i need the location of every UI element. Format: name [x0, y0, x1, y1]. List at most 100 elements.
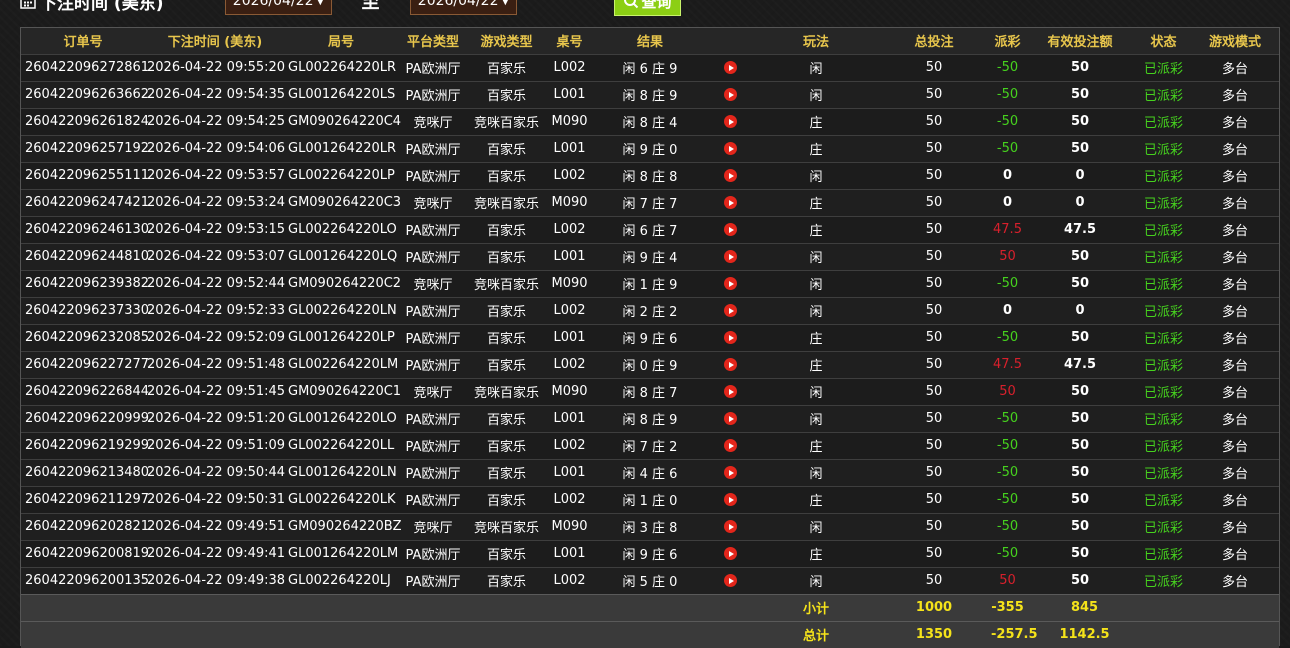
order-no-cell: 260422096247421	[21, 188, 149, 216]
payout-cell: -50	[991, 539, 1024, 567]
start-date-select[interactable]: 2026/04/22 ▼	[225, 0, 332, 15]
play-video-icon[interactable]	[723, 304, 737, 317]
play-video-icon[interactable]	[723, 250, 737, 263]
play-video-icon[interactable]	[723, 547, 737, 560]
valid-bet-cell: 47.5	[1024, 215, 1136, 243]
table-row: 260422096227277 2026-04-22 09:51:48 GL00…	[21, 350, 1279, 378]
play-video-icon[interactable]	[723, 385, 737, 398]
table-row: 260422096272861 2026-04-22 09:55:20 GL00…	[21, 53, 1279, 81]
play-video-icon[interactable]	[723, 358, 737, 371]
game-mode-cell: 多台	[1191, 107, 1279, 135]
game-type-cell: 百家乐	[469, 458, 544, 486]
payout-cell: -50	[991, 269, 1024, 297]
total-bet: 1350	[877, 620, 991, 648]
table-row: 260422096239382 2026-04-22 09:52:44 GM09…	[21, 269, 1279, 297]
query-button[interactable]: 查询	[614, 0, 681, 16]
header-total-bet: 总投注	[877, 28, 991, 54]
play-video-icon[interactable]	[723, 412, 737, 425]
table-no-cell: L002	[544, 215, 595, 243]
replay-cell	[705, 566, 755, 594]
header-platform-type: 平台类型	[397, 28, 469, 54]
game-type-cell: 百家乐	[469, 53, 544, 81]
game-mode-cell: 多台	[1191, 404, 1279, 432]
payout-cell: 50	[991, 242, 1024, 270]
replay-cell	[705, 431, 755, 459]
status-cell: 已派彩	[1136, 80, 1191, 108]
total-bet-cell: 50	[877, 53, 991, 81]
replay-cell	[705, 161, 755, 189]
replay-cell	[705, 53, 755, 81]
replay-cell	[705, 512, 755, 540]
game-type-cell: 百家乐	[469, 539, 544, 567]
platform-type-cell: PA欧洲厅	[397, 323, 469, 351]
game-mode-cell: 多台	[1191, 296, 1279, 324]
platform-type-cell: PA欧洲厅	[397, 458, 469, 486]
result-cell: 闲 7 庄 2	[595, 431, 705, 459]
game-mode-cell: 多台	[1191, 458, 1279, 486]
round-no-cell: GL002264220LP	[285, 161, 397, 189]
play-video-icon[interactable]	[723, 115, 737, 128]
game-type-cell: 百家乐	[469, 431, 544, 459]
play-video-icon[interactable]	[723, 61, 737, 74]
play-video-icon[interactable]	[723, 466, 737, 479]
replay-cell	[705, 80, 755, 108]
play-type-cell: 闲	[755, 242, 877, 270]
game-mode-cell: 多台	[1191, 512, 1279, 540]
play-video-icon[interactable]	[723, 88, 737, 101]
order-no-cell: 260422096232085	[21, 323, 149, 351]
platform-type-cell: 竞咪厅	[397, 269, 469, 297]
end-date-select[interactable]: 2026/04/22 ▼	[410, 0, 517, 15]
table-no-cell: L002	[544, 485, 595, 513]
table-no-cell: L002	[544, 431, 595, 459]
result-cell: 闲 6 庄 9	[595, 53, 705, 81]
replay-cell	[705, 188, 755, 216]
order-no-cell: 260422096211297	[21, 485, 149, 513]
total-payout-valid: -257.5 1142.5	[991, 620, 1136, 648]
payout-cell: -50	[991, 134, 1024, 162]
table-row: 260422096247421 2026-04-22 09:53:24 GM09…	[21, 188, 1279, 216]
header-game-type: 游戏类型	[469, 28, 544, 54]
table-row: 260422096219299 2026-04-22 09:51:09 GL00…	[21, 431, 1279, 459]
table-row: 260422096257192 2026-04-22 09:54:06 GL00…	[21, 134, 1279, 162]
play-video-icon[interactable]	[723, 169, 737, 182]
table-no-cell: M090	[544, 377, 595, 405]
total-bet-cell: 50	[877, 458, 991, 486]
play-video-icon[interactable]	[723, 439, 737, 452]
order-no-cell: 260422096244810	[21, 242, 149, 270]
play-video-icon[interactable]	[723, 520, 737, 533]
play-video-icon[interactable]	[723, 574, 737, 587]
table-no-cell: L001	[544, 242, 595, 270]
status-cell: 已派彩	[1136, 242, 1191, 270]
game-mode-cell: 多台	[1191, 377, 1279, 405]
bet-records-table: 订单号 下注时间 (美东) 局号 平台类型 游戏类型 桌号 结果 玩法 总投注 …	[21, 28, 1279, 648]
platform-type-cell: PA欧洲厅	[397, 539, 469, 567]
play-video-icon[interactable]	[723, 142, 737, 155]
payout-cell: -50	[991, 53, 1024, 81]
order-no-cell: 260422096246130	[21, 215, 149, 243]
table-row: 260422096200819 2026-04-22 09:49:41 GL00…	[21, 539, 1279, 567]
payout-cell: -50	[991, 485, 1024, 513]
total-bet-cell: 50	[877, 242, 991, 270]
total-label: 总计	[755, 620, 877, 648]
status-cell: 已派彩	[1136, 512, 1191, 540]
start-date-value: 2026/04/22	[232, 0, 314, 9]
play-video-icon[interactable]	[723, 196, 737, 209]
payout-cell: 0	[991, 188, 1024, 216]
replay-cell	[705, 539, 755, 567]
total-bet-cell: 50	[877, 134, 991, 162]
subtotal-spacer	[21, 593, 755, 621]
header-order-no: 订单号	[21, 28, 145, 54]
game-type-cell: 百家乐	[469, 323, 544, 351]
bet-time-cell: 2026-04-22 09:53:24	[145, 188, 285, 216]
play-video-icon[interactable]	[723, 223, 737, 236]
play-video-icon[interactable]	[723, 493, 737, 506]
game-mode-cell: 多台	[1191, 161, 1279, 189]
status-cell: 已派彩	[1136, 539, 1191, 567]
table-row: 260422096246130 2026-04-22 09:53:15 GL00…	[21, 215, 1279, 243]
play-video-icon[interactable]	[723, 277, 737, 290]
round-no-cell: GM090264220C2	[285, 269, 401, 297]
table-row: 260422096220999 2026-04-22 09:51:20 GL00…	[21, 404, 1279, 432]
total-row: 总计 1350 -257.5 1142.5	[21, 620, 1279, 648]
play-video-icon[interactable]	[723, 331, 737, 344]
game-mode-cell: 多台	[1191, 350, 1279, 378]
